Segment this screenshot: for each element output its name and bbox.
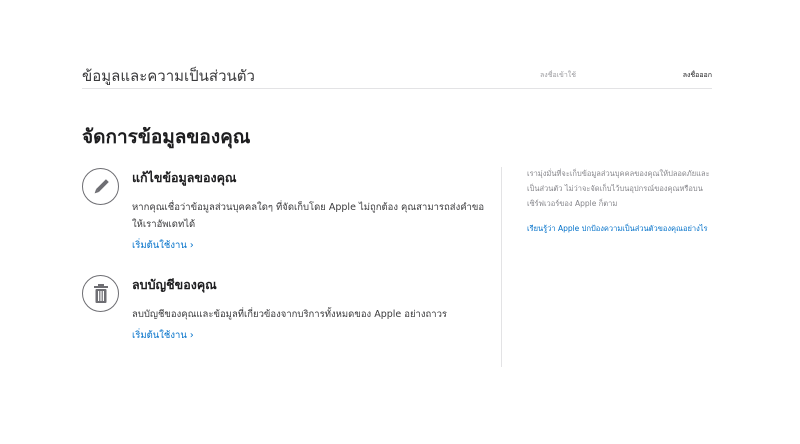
learn-more-privacy-link[interactable]: เรียนรู้ว่า Apple ปกป้องความเป็นส่วนตัวข… — [527, 221, 712, 236]
vertical-divider — [501, 167, 502, 367]
delete-account-title: ลบบัญชีของคุณ — [132, 277, 217, 292]
signout-link[interactable]: ลงชื่อออก — [683, 70, 712, 81]
delete-account-description: ลบบัญชีของคุณและข้อมูลที่เกี่ยวข้องจากบร… — [132, 309, 448, 320]
page-title: ข้อมูลและความเป็นส่วนตัว — [82, 67, 255, 85]
edit-data-body: แก้ไขข้อมูลของคุณ หากคุณเชื่อว่าข้อมูลส่… — [132, 168, 492, 253]
header-bar: ข้อมูลและความเป็นส่วนตัว ลงชื่อเข้าใช้ ล… — [82, 60, 712, 89]
side-info-panel: เรามุ่งมั่นที่จะเก็บข้อมูลส่วนบุคคลของคุ… — [527, 166, 712, 236]
pencil-icon — [82, 168, 119, 205]
main-heading: จัดการข้อมูลของคุณ — [82, 126, 251, 148]
privacy-page: ข้อมูลและความเป็นส่วนตัว ลงชื่อเข้าใช้ ล… — [0, 0, 800, 444]
edit-data-get-started-link[interactable]: เริ่มต้นใช้งาน › — [132, 238, 194, 253]
delete-account-get-started-link[interactable]: เริ่มต้นใช้งาน › — [132, 328, 194, 343]
edit-data-description: หากคุณเชื่อว่าข้อมูลส่วนบุคคลใดๆ ที่จัดเ… — [132, 202, 485, 230]
signin-link[interactable]: ลงชื่อเข้าใช้ — [540, 70, 576, 81]
side-info-text: เรามุ่งมั่นที่จะเก็บข้อมูลส่วนบุคคลของคุ… — [527, 169, 710, 208]
delete-account-body: ลบบัญชีของคุณ ลบบัญชีของคุณและข้อมูลที่เ… — [132, 275, 492, 343]
trash-icon — [82, 275, 119, 312]
edit-data-title: แก้ไขข้อมูลของคุณ — [132, 170, 237, 185]
